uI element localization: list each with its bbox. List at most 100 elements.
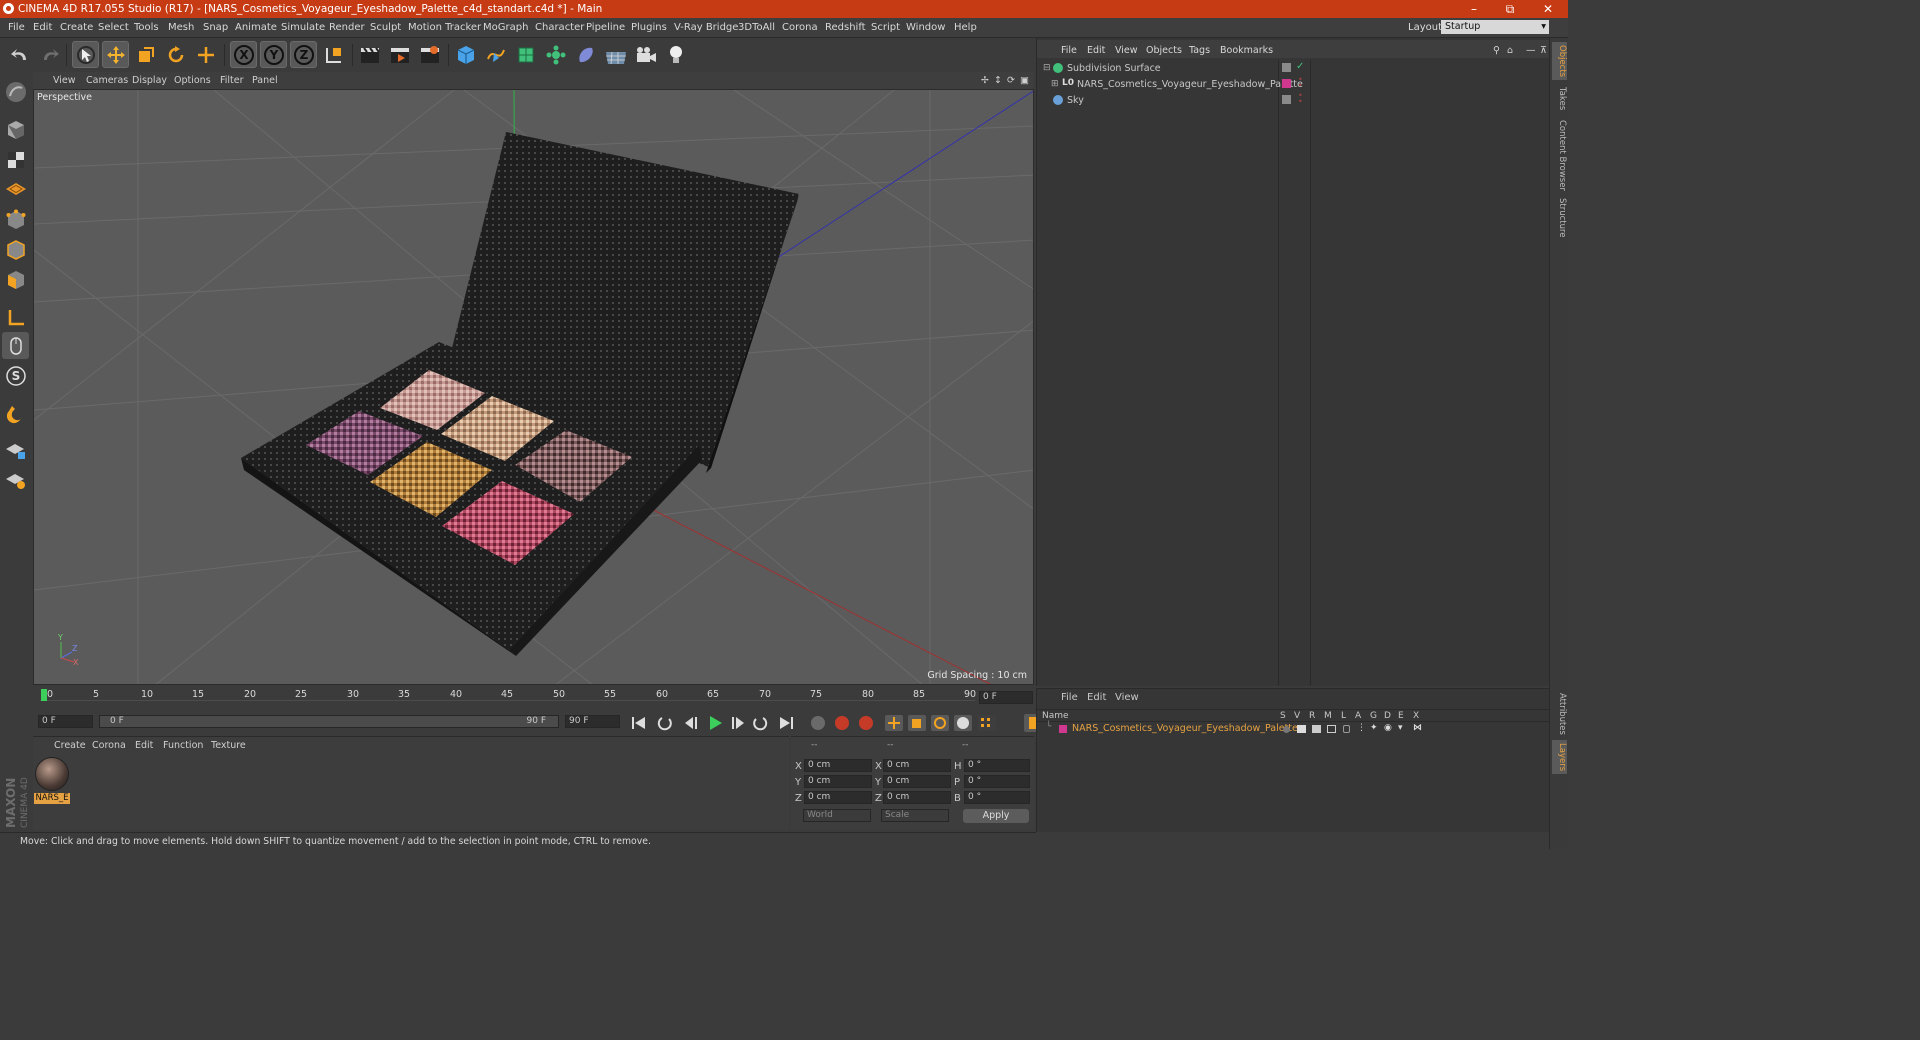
viewport-menu-view[interactable]: View	[53, 75, 76, 86]
menu-script[interactable]: Script	[871, 22, 900, 33]
size-z-field[interactable]: 0 cm	[883, 791, 951, 804]
menu-redshift[interactable]: Redshift	[825, 22, 866, 33]
texture-mode-button[interactable]	[2, 146, 29, 173]
menu-edit[interactable]: Edit	[33, 22, 52, 33]
workplane-align-button[interactable]	[2, 466, 29, 493]
layer-menu-view[interactable]: View	[1115, 692, 1139, 703]
lock-icon[interactable]	[1343, 725, 1350, 733]
go-to-end-icon[interactable]	[780, 717, 793, 729]
position-x-field[interactable]: 0 cm	[804, 759, 872, 772]
points-mode-button[interactable]	[2, 206, 29, 233]
obj-menu-file[interactable]: File	[1061, 45, 1077, 56]
lock-workplane-button[interactable]	[2, 436, 29, 463]
animation-icon[interactable]: ⋮	[1357, 723, 1366, 733]
camera-object-button[interactable]	[632, 41, 659, 68]
expression-icon[interactable]: ▾	[1398, 723, 1403, 733]
y-axis-lock-button[interactable]: Y	[260, 41, 287, 68]
expand-icon[interactable]: ⊞	[1051, 79, 1059, 89]
layer-color-icon[interactable]	[1282, 79, 1291, 88]
menu-simulate[interactable]: Simulate	[281, 22, 325, 33]
menu-sculpt[interactable]: Sculpt	[370, 22, 401, 33]
axis-mode-button[interactable]	[2, 304, 29, 331]
current-frame-field[interactable]: 0 F	[979, 691, 1033, 704]
visibility-dots-icon[interactable]: • •	[1298, 92, 1303, 106]
restore-icon[interactable]: ⧉	[1492, 0, 1528, 18]
menu-select[interactable]: Select	[98, 22, 129, 33]
menu-3dtoall[interactable]: 3DToAll	[738, 22, 775, 33]
record-icon[interactable]	[835, 716, 849, 730]
tab-takes[interactable]: Takes	[1552, 84, 1567, 114]
deformer-icon[interactable]: ◉	[1384, 723, 1392, 733]
layer-color-swatch[interactable]	[1059, 725, 1067, 733]
apply-button[interactable]: Apply	[963, 809, 1029, 823]
timeline-track[interactable]	[40, 700, 975, 708]
coordinate-system-button[interactable]	[320, 41, 347, 68]
material-menu-corona[interactable]: Corona	[92, 740, 126, 751]
material-menu-texture[interactable]: Texture	[211, 740, 246, 751]
make-editable-button[interactable]	[2, 78, 29, 105]
go-to-start-icon[interactable]	[632, 717, 645, 729]
manager-icon[interactable]	[1327, 725, 1336, 733]
viewport-menu-filter[interactable]: Filter	[220, 75, 244, 86]
render-settings-button[interactable]	[416, 41, 443, 68]
menu-tools[interactable]: Tools	[134, 22, 159, 33]
layer-menu-edit[interactable]: Edit	[1087, 692, 1106, 703]
editor-visibility-icon[interactable]	[1282, 63, 1291, 72]
xref-icon[interactable]: ⋈	[1413, 723, 1422, 733]
key-pla-icon[interactable]	[978, 715, 996, 731]
eye-icon[interactable]	[1297, 725, 1306, 733]
tab-layers[interactable]: Layers	[1552, 740, 1567, 774]
autokey-icon[interactable]	[859, 716, 873, 730]
end-frame-field[interactable]: 90 F	[565, 715, 620, 728]
visibility-dots-icon[interactable]: • •	[1298, 76, 1303, 90]
z-axis-lock-button[interactable]: Z	[290, 41, 317, 68]
scale-tool-button[interactable]	[132, 41, 159, 68]
new-window-icon[interactable]: ⊼	[1540, 45, 1547, 56]
object-row-subdivision[interactable]: ⊟ Subdivision Surface ✓	[1040, 60, 1546, 76]
menu-vray-bridge[interactable]: V-Ray Bridge	[674, 22, 738, 33]
select-tool-button[interactable]	[72, 41, 99, 68]
layout-dropdown[interactable]: Startup ▾	[1441, 20, 1549, 34]
transform-tool-button[interactable]	[192, 41, 219, 68]
tab-objects[interactable]: Objects	[1552, 42, 1567, 80]
menu-render[interactable]: Render	[329, 22, 365, 33]
magnet-button[interactable]	[2, 400, 29, 427]
size-x-field[interactable]: 0 cm	[883, 759, 951, 772]
light-object-button[interactable]	[662, 41, 689, 68]
step-forward-icon[interactable]	[732, 717, 744, 729]
rotation-h-field[interactable]: 0 °	[964, 759, 1030, 772]
layer-row[interactable]: └ NARS_Cosmetics_Voyageur_Eyeshadow_Pale…	[1037, 722, 1550, 736]
start-frame-field[interactable]: 0 F	[38, 715, 93, 728]
deformer-button[interactable]	[572, 41, 599, 68]
menu-mesh[interactable]: Mesh	[168, 22, 194, 33]
3d-viewport[interactable]: Y Z X Perspective Grid Spacing : 10 cm	[33, 89, 1034, 685]
search-icon[interactable]: ⚲	[1493, 45, 1500, 56]
material-menu-create[interactable]: Create	[54, 740, 86, 751]
object-name[interactable]: Sky	[1067, 95, 1084, 106]
prev-key-icon[interactable]	[657, 717, 672, 731]
viewport-maximize-icon[interactable]: ▣	[1020, 75, 1029, 86]
layer-menu-file[interactable]: File	[1061, 692, 1078, 703]
keyframe-selection-icon[interactable]	[811, 716, 825, 730]
menu-help[interactable]: Help	[954, 22, 977, 33]
render-camera-icon[interactable]	[1312, 725, 1321, 733]
position-z-field[interactable]: 0 cm	[804, 791, 872, 804]
tab-content-browser[interactable]: Content Browser	[1552, 118, 1567, 192]
render-picture-viewer-button[interactable]	[386, 41, 413, 68]
object-name[interactable]: Subdivision Surface	[1067, 63, 1161, 74]
obj-menu-tags[interactable]: Tags	[1189, 45, 1210, 56]
obj-menu-objects[interactable]: Objects	[1146, 45, 1182, 56]
material-menu-edit[interactable]: Edit	[135, 740, 153, 751]
mograph-cloner-button[interactable]	[542, 41, 569, 68]
solo-toggle-icon[interactable]	[1283, 726, 1290, 733]
viewport-menu-cameras[interactable]: Cameras	[86, 75, 128, 86]
menu-window[interactable]: Window	[906, 22, 945, 33]
viewport-menu-panel[interactable]: Panel	[252, 75, 278, 86]
next-key-icon[interactable]	[753, 717, 768, 731]
generator-icon[interactable]: ✦	[1370, 723, 1378, 733]
coord-system-dropdown[interactable]: World	[803, 809, 871, 822]
x-axis-lock-button[interactable]: X	[230, 41, 257, 68]
menu-animate[interactable]: Animate	[235, 22, 277, 33]
object-row-sky[interactable]: Sky • •	[1040, 92, 1546, 108]
menu-mograph[interactable]: MoGraph	[483, 22, 528, 33]
